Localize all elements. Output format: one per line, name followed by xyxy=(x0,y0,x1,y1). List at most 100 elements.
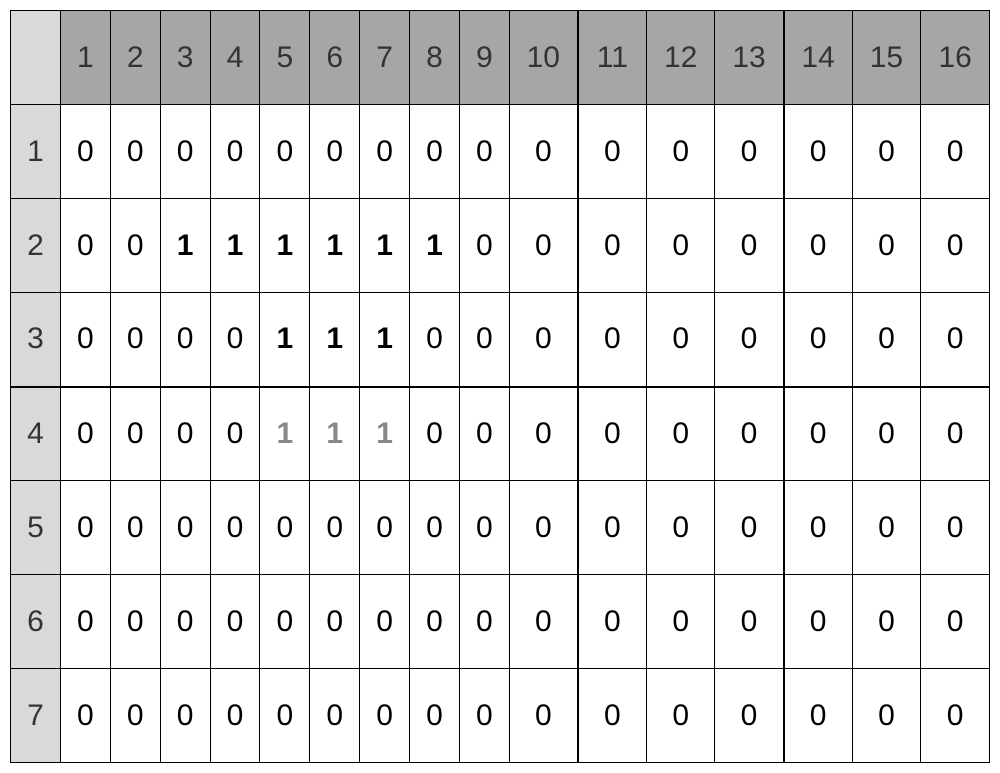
cell: 0 xyxy=(852,481,921,575)
cell: 1 xyxy=(260,199,310,293)
cell: 1 xyxy=(160,199,210,293)
cell: 0 xyxy=(852,105,921,199)
cell: 0 xyxy=(110,481,160,575)
cell: 0 xyxy=(784,199,853,293)
cell: 0 xyxy=(509,481,578,575)
cell: 0 xyxy=(210,293,260,387)
table-row: 2 0 0 1 1 1 1 1 1 0 0 0 0 0 0 0 0 xyxy=(11,199,990,293)
cell: 0 xyxy=(160,105,210,199)
cell: 0 xyxy=(160,575,210,669)
col-header: 5 xyxy=(260,11,310,105)
col-header: 13 xyxy=(715,11,784,105)
cell: 0 xyxy=(60,481,110,575)
col-header: 2 xyxy=(110,11,160,105)
cell: 0 xyxy=(715,387,784,481)
cell: 0 xyxy=(784,293,853,387)
cell: 0 xyxy=(310,481,360,575)
cell: 0 xyxy=(509,105,578,199)
cell: 0 xyxy=(784,387,853,481)
row-header: 1 xyxy=(11,105,61,199)
cell: 0 xyxy=(459,105,509,199)
cell: 0 xyxy=(921,199,990,293)
cell: 0 xyxy=(646,481,715,575)
cell: 1 xyxy=(260,387,310,481)
cell: 0 xyxy=(360,105,410,199)
col-header: 7 xyxy=(360,11,410,105)
col-header: 9 xyxy=(459,11,509,105)
cell: 0 xyxy=(110,387,160,481)
cell: 0 xyxy=(715,669,784,763)
cell: 0 xyxy=(410,293,460,387)
cell: 1 xyxy=(310,199,360,293)
cell: 0 xyxy=(509,669,578,763)
cell: 0 xyxy=(784,669,853,763)
corner-cell xyxy=(11,11,61,105)
row-header: 2 xyxy=(11,199,61,293)
cell: 0 xyxy=(509,575,578,669)
cell: 0 xyxy=(160,669,210,763)
cell: 0 xyxy=(410,669,460,763)
cell: 0 xyxy=(110,575,160,669)
cell: 0 xyxy=(646,199,715,293)
cell: 0 xyxy=(260,575,310,669)
table-row: 3 0 0 0 0 1 1 1 0 0 0 0 0 0 0 0 0 xyxy=(11,293,990,387)
cell: 0 xyxy=(210,575,260,669)
table-row: 1 0 0 0 0 0 0 0 0 0 0 0 0 0 0 0 0 xyxy=(11,105,990,199)
cell: 0 xyxy=(921,575,990,669)
cell: 0 xyxy=(260,481,310,575)
cell: 0 xyxy=(852,575,921,669)
row-header: 3 xyxy=(11,293,61,387)
header-row: 1 2 3 4 5 6 7 8 9 10 11 12 13 14 15 16 xyxy=(11,11,990,105)
cell: 0 xyxy=(410,105,460,199)
row-header: 6 xyxy=(11,575,61,669)
cell: 0 xyxy=(459,481,509,575)
cell: 1 xyxy=(410,199,460,293)
cell: 0 xyxy=(410,575,460,669)
cell: 0 xyxy=(210,481,260,575)
col-header: 8 xyxy=(410,11,460,105)
cell: 0 xyxy=(509,387,578,481)
cell: 0 xyxy=(646,105,715,199)
cell: 0 xyxy=(578,481,647,575)
cell: 1 xyxy=(360,293,410,387)
cell: 0 xyxy=(360,669,410,763)
cell: 0 xyxy=(459,293,509,387)
cell: 0 xyxy=(260,105,310,199)
cell: 1 xyxy=(310,387,360,481)
cell: 0 xyxy=(110,293,160,387)
cell: 0 xyxy=(578,669,647,763)
cell: 0 xyxy=(646,669,715,763)
cell: 0 xyxy=(784,575,853,669)
cell: 0 xyxy=(715,575,784,669)
cell: 0 xyxy=(60,387,110,481)
table-row: 4 0 0 0 0 1 1 1 0 0 0 0 0 0 0 0 0 xyxy=(11,387,990,481)
cell: 0 xyxy=(60,293,110,387)
cell: 0 xyxy=(60,575,110,669)
cell: 0 xyxy=(578,293,647,387)
cell: 0 xyxy=(852,387,921,481)
col-header: 6 xyxy=(310,11,360,105)
col-header: 16 xyxy=(921,11,990,105)
cell: 0 xyxy=(60,199,110,293)
cell: 0 xyxy=(310,575,360,669)
cell: 0 xyxy=(578,575,647,669)
cell: 0 xyxy=(160,387,210,481)
cell: 0 xyxy=(784,105,853,199)
cell: 0 xyxy=(715,293,784,387)
cell: 0 xyxy=(509,199,578,293)
table-row: 6 0 0 0 0 0 0 0 0 0 0 0 0 0 0 0 0 xyxy=(11,575,990,669)
cell: 0 xyxy=(784,481,853,575)
col-header: 4 xyxy=(210,11,260,105)
cell: 0 xyxy=(310,669,360,763)
cell: 0 xyxy=(578,105,647,199)
cell: 1 xyxy=(360,199,410,293)
col-header: 11 xyxy=(578,11,647,105)
cell: 1 xyxy=(310,293,360,387)
cell: 0 xyxy=(715,105,784,199)
cell: 0 xyxy=(459,669,509,763)
cell: 0 xyxy=(715,199,784,293)
row-header: 4 xyxy=(11,387,61,481)
cell: 1 xyxy=(260,293,310,387)
cell: 0 xyxy=(459,575,509,669)
cell: 0 xyxy=(410,481,460,575)
